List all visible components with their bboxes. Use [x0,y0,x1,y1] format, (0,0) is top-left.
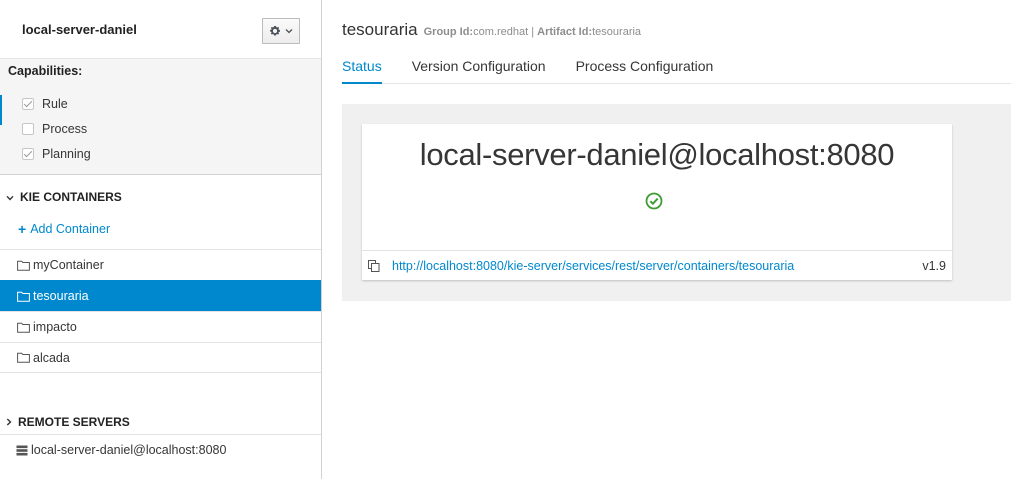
server-header: local-server-daniel [0,0,321,58]
tab-status[interactable]: Status [342,50,382,84]
container-label: alcada [33,350,70,365]
folder-icon [17,322,30,333]
container-item-impacto[interactable]: impacto [0,311,321,342]
ok-circle-icon [645,192,663,213]
folder-icon [17,291,30,302]
chevron-right-icon [6,415,12,429]
container-item-tesouraria[interactable]: tesouraria [0,280,321,311]
capability-label: Process [42,122,88,136]
add-container-link[interactable]: + Add Container [18,222,110,236]
group-id-label: Group Id: [423,26,474,38]
folder-icon [17,352,30,363]
container-label: impacto [33,320,77,334]
chevron-down-icon [6,190,14,204]
container-title-row: tesouraria Group Id:com.redhat | Artifac… [342,20,641,40]
left-panel: local-server-daniel Capabilities: Rule P… [0,0,322,479]
remote-server-label: local-server-daniel@localhost:8080 [31,443,227,457]
capability-planning: Planning [22,147,91,161]
capabilities-title: Capabilities: [8,64,83,78]
container-label: myContainer [33,258,104,272]
server-host: local-server-daniel@localhost:8080 [419,137,895,172]
remote-servers-header[interactable]: REMOTE SERVERS [0,408,321,436]
server-version: v1.9 [922,259,946,273]
capability-rule: Rule [22,97,68,111]
plus-icon: + [18,221,27,237]
capability-checkbox [22,148,34,160]
capability-label: Rule [42,97,68,111]
capability-checkbox [22,98,34,110]
add-container-label: Add Container [30,222,111,236]
server-name: local-server-daniel [22,22,137,37]
container-meta: Group Id:com.redhat | Artifact Id:tesour… [424,26,641,38]
artifact-id-label: Artifact Id: [537,26,593,38]
capability-process: Process [22,122,87,136]
capabilities-panel: Capabilities: Rule Process Planning [0,58,321,175]
container-label: tesouraria [33,289,89,303]
remote-servers-title: REMOTE SERVERS [18,415,130,429]
server-status-card: local-server-daniel@localhost:8080 http:… [362,124,952,280]
kie-containers-header[interactable]: KIE CONTAINERS [0,183,321,211]
card-footer: http://localhost:8080/kie-server/service… [362,250,952,280]
tab-version-configuration[interactable]: Version Configuration [412,50,546,84]
group-id-value: com.redhat [473,26,529,38]
container-title: tesouraria [342,20,418,39]
remote-server-item[interactable]: local-server-daniel@localhost:8080 [0,434,321,465]
container-item-alcada[interactable]: alcada [0,342,321,373]
meta-separator: | [531,26,535,38]
chevron-down-icon [285,28,293,34]
container-url-link[interactable]: http://localhost:8080/kie-server/service… [392,259,794,273]
gear-icon [269,25,281,37]
server-settings-button[interactable] [262,18,300,44]
capability-label: Planning [42,147,91,161]
status-area: local-server-daniel@localhost:8080 http:… [342,104,1011,301]
selection-accent-bar [0,95,2,125]
tab-process-configuration[interactable]: Process Configuration [576,50,714,84]
container-item-mycontainer[interactable]: myContainer [0,249,321,280]
kie-containers-title: KIE CONTAINERS [20,190,122,204]
capability-checkbox [22,123,34,135]
copy-icon[interactable] [368,260,380,275]
server-icon [16,445,28,456]
folder-icon [17,260,30,271]
artifact-id-value: tesouraria [592,26,642,38]
container-tabs: Status Version Configuration Process Con… [342,50,1011,84]
